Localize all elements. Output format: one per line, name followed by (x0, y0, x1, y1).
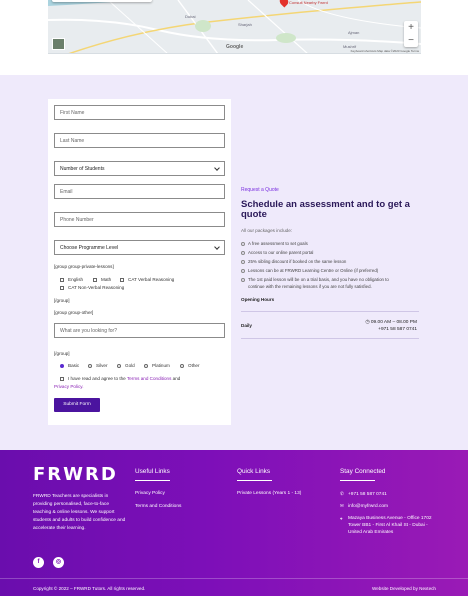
checkbox-box[interactable] (60, 285, 64, 290)
consent-text: I have read and agree to the (68, 376, 126, 381)
map-attribution[interactable]: Keyboard shortcuts Map data ©2023 Google… (351, 49, 419, 53)
footer-divider (0, 578, 468, 579)
last-name-input[interactable]: Last Name (54, 133, 225, 148)
map-layer-thumbnail[interactable] (52, 38, 65, 50)
terms-link[interactable]: Terms and Conditions (135, 504, 181, 509)
map-place-label: Ajman (348, 30, 360, 35)
radio-button[interactable] (60, 363, 64, 368)
stay-connected-heading: Stay Connected (340, 468, 386, 475)
checkbox-box[interactable] (120, 277, 124, 282)
checkbox-box[interactable] (60, 277, 64, 282)
zoom-out-button[interactable]: − (404, 34, 418, 47)
radio-basic[interactable]: Basic (60, 363, 79, 368)
radio-platinum[interactable]: Platinum (144, 363, 170, 368)
map-zoom-control[interactable]: + − (404, 21, 418, 47)
consent-checkbox[interactable] (60, 376, 64, 381)
footer-phone[interactable]: ✆ +971 58 587 0741 (340, 491, 387, 497)
other-input[interactable]: What are you looking for? (54, 323, 225, 338)
benefit-item: Access to our online parent portal (241, 250, 313, 255)
footer-email[interactable]: ✉ info@myfrwrd.com (340, 503, 388, 509)
quote-form: First Name Last Name Number of Students … (48, 99, 231, 425)
check-circle-icon (241, 277, 245, 282)
benefit-item: Lessons can be at FRWRD Learning Centre … (241, 268, 378, 273)
page: Consult Nearby Fwrrd Dubai Sharjah Ajman… (0, 0, 468, 596)
daily-label: Daily (241, 323, 252, 328)
checkbox-english[interactable]: English (60, 277, 83, 282)
radio-gold[interactable]: Gold (117, 363, 135, 368)
students-select[interactable]: Number of Students (54, 161, 225, 176)
chevron-down-icon (214, 244, 220, 250)
submit-button[interactable]: Submit Form (54, 398, 100, 412)
heading-underline (135, 480, 170, 481)
benefit-item-continued: continue with the remaining lessons if y… (248, 284, 372, 289)
quote-title: Schedule an assessment and to get a quot… (241, 199, 410, 220)
footer-description: FRWRD Teachers are specialists in provid… (33, 494, 126, 531)
checkbox-cat-verbal[interactable]: CAT Verbal Reasoning (120, 277, 174, 282)
hours-value: ◷ 09.00 AM – 08.00 PM (365, 320, 417, 325)
google-logo: Google (226, 44, 244, 50)
heading-underline (340, 480, 375, 481)
zoom-in-button[interactable]: + (404, 21, 418, 34)
divider (241, 311, 419, 312)
terms-link[interactable]: Terms and Conditions (127, 376, 171, 381)
site-footer: FRWRD FRWRD Teachers are specialists in … (0, 450, 468, 596)
check-circle-icon (241, 268, 245, 273)
group-end-label: [/group] (54, 298, 70, 303)
map-info-box[interactable] (52, 0, 152, 2)
programme-select-value: Choose Programme Level (60, 245, 119, 251)
check-circle-icon (241, 241, 245, 246)
group-other-label: [group group-other] (54, 310, 94, 315)
radio-button[interactable] (88, 363, 92, 368)
quote-kicker: Request a Quote (241, 187, 279, 193)
private-lessons-link[interactable]: Private Lessons (Years 1 - 13) (237, 491, 301, 496)
copyright-text: Copyright © 2022 – FRWRD Tutors. All rig… (33, 586, 146, 591)
quick-links-heading: Quick Links (237, 468, 271, 475)
privacy-policy-link[interactable]: Privacy Policy (135, 491, 165, 496)
benefit-item: A free assessment to set goals (241, 241, 308, 246)
radio-silver[interactable]: Silver (88, 363, 108, 368)
instagram-icon[interactable]: ◎ (53, 557, 64, 568)
students-select-value: Number of Students (60, 166, 105, 172)
phone-icon: ✆ (340, 491, 344, 496)
useful-links-heading: Useful Links (135, 468, 170, 475)
quote-section: First Name Last Name Number of Students … (0, 75, 468, 450)
checkbox-cat-nonverbal[interactable]: CAT Non-Verbal Reasoning (60, 285, 124, 290)
checkbox-math[interactable]: Math (93, 277, 111, 282)
footer-address: ⌖ Mazaya Business Avenue - Office 1702 To… (340, 516, 432, 535)
first-name-input[interactable]: First Name (54, 105, 225, 120)
radio-button[interactable] (180, 363, 184, 368)
mail-icon: ✉ (340, 503, 344, 508)
chevron-down-icon (214, 165, 220, 171)
group-private-label: [group group-private-lessons] (54, 264, 114, 269)
benefit-item: The 1st paid lesson will be on a trial b… (241, 277, 389, 282)
divider (241, 338, 419, 339)
map-place-label: Sharjah (238, 22, 252, 27)
radio-button[interactable] (117, 363, 121, 368)
benefit-item: 25% sibling discount if booked on the sa… (241, 259, 346, 264)
consent-and: and (172, 376, 181, 381)
frwrd-logo[interactable]: FRWRD (33, 464, 118, 485)
packages-subtitle: All our packages include: (241, 228, 293, 233)
opening-hours-heading: Opening Hours (241, 297, 275, 302)
map-embed[interactable]: Consult Nearby Fwrrd Dubai Sharjah Ajman… (48, 0, 421, 54)
hours-phone: +971 58 587 0741 (378, 327, 417, 332)
heading-underline (237, 480, 272, 481)
check-circle-icon (241, 250, 245, 255)
privacy-link[interactable]: Privacy Policy. (54, 384, 84, 389)
map-place-label: Dubai (185, 14, 196, 19)
location-pin-icon: ⌖ (340, 516, 343, 521)
phone-input[interactable]: Phone Number (54, 212, 225, 227)
consent-checkbox-row[interactable]: I have read and agree to the Terms and C… (60, 376, 180, 381)
radio-button[interactable] (144, 363, 148, 368)
developer-credit[interactable]: Website Developed by Nextech (372, 586, 436, 591)
map-pin-label: Consult Nearby Fwrrd (289, 0, 328, 5)
programme-select[interactable]: Choose Programme Level (54, 240, 225, 255)
group-end-label: [/group] (54, 351, 70, 356)
email-input[interactable]: Email (54, 184, 225, 199)
check-circle-icon (241, 259, 245, 264)
checkbox-box[interactable] (93, 277, 97, 282)
radio-other[interactable]: Other (180, 363, 200, 368)
facebook-icon[interactable]: f (33, 557, 44, 568)
